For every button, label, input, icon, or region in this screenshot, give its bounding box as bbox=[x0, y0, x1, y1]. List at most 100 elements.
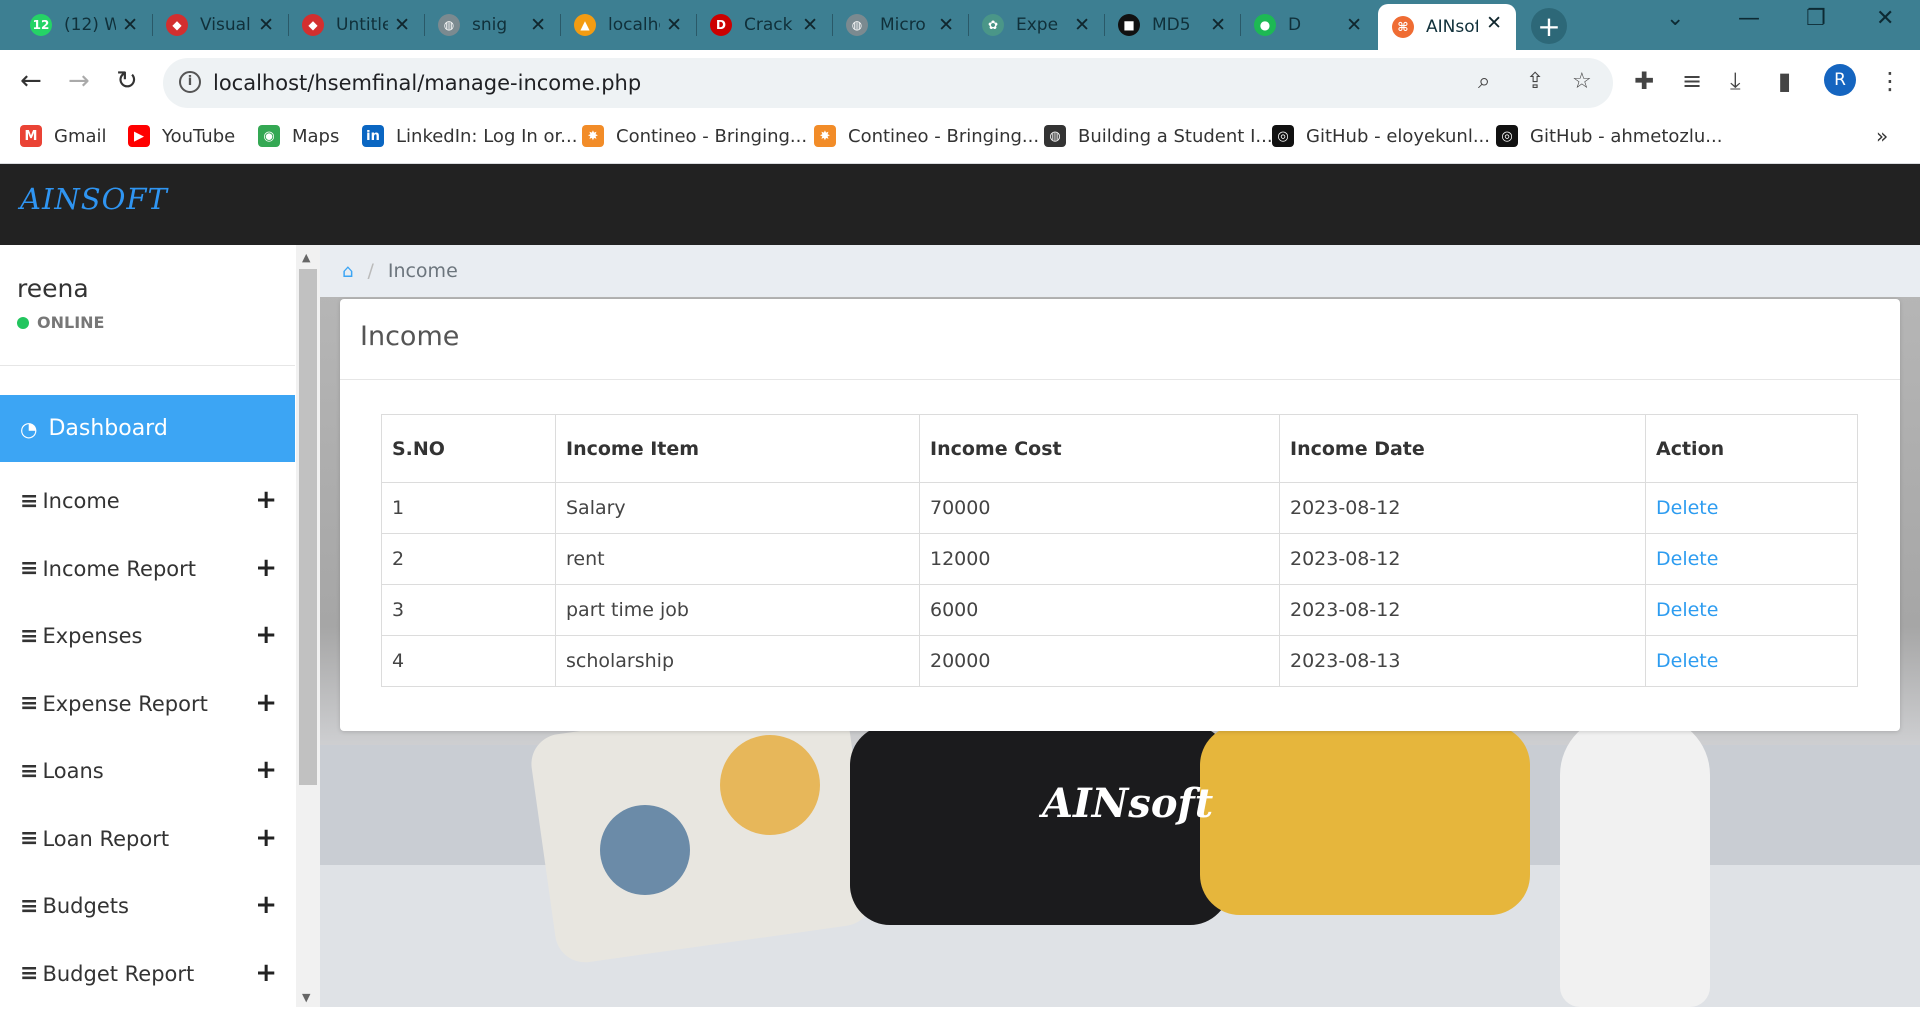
back-button[interactable]: ← bbox=[20, 66, 42, 96]
media-queue-icon[interactable]: ≡ bbox=[1682, 67, 1702, 95]
browser-tab[interactable]: ⌘ AINsoft ✕ bbox=[1378, 4, 1516, 50]
browser-tab[interactable]: ● D ✕ bbox=[1240, 6, 1376, 44]
bookmark-star-icon[interactable]: ☆ bbox=[1572, 69, 1592, 94]
sidebar-item-loan-report[interactable]: ≡ Loan Report + bbox=[0, 811, 295, 867]
bookmark-item[interactable]: ◎ GitHub - ahmetozlu... bbox=[1496, 125, 1722, 147]
expand-plus-icon[interactable]: + bbox=[255, 823, 277, 853]
expand-plus-icon[interactable]: + bbox=[255, 620, 277, 650]
menu-kebab-icon[interactable]: ⋮ bbox=[1878, 67, 1902, 95]
sidebar: reena ONLINE ◔ Dashboard ≡ Income + ≡ Income… bbox=[0, 245, 295, 1007]
side-panel-icon[interactable]: ▮ bbox=[1778, 67, 1791, 95]
bookmark-label: Maps bbox=[292, 125, 340, 147]
expand-plus-icon[interactable]: + bbox=[255, 485, 277, 515]
bookmark-item[interactable]: ▶ YouTube bbox=[128, 125, 235, 147]
tab-close-icon[interactable]: ✕ bbox=[1074, 14, 1090, 36]
tab-close-icon[interactable]: ✕ bbox=[258, 14, 274, 36]
address-bar[interactable]: i localhost/hsemfinal/manage-income.php … bbox=[163, 58, 1613, 108]
profile-avatar[interactable]: R bbox=[1824, 64, 1856, 96]
tab-favicon-icon: ▲ bbox=[574, 14, 596, 36]
sidebar-scrollbar[interactable]: ▲ ▼ bbox=[296, 245, 320, 1007]
restore-button[interactable]: ❐ bbox=[1806, 6, 1826, 31]
sidebar-item-budgets[interactable]: ≡ Budgets + bbox=[0, 878, 295, 934]
tab-search-icon[interactable]: ⌄ bbox=[1666, 6, 1684, 31]
sidebar-item-dashboard[interactable]: ◔ Dashboard bbox=[0, 395, 295, 462]
browser-tab[interactable]: D Crack ✕ bbox=[696, 6, 832, 44]
table-cell: 12000 bbox=[919, 533, 1280, 585]
share-icon[interactable]: ⇪ bbox=[1526, 69, 1544, 94]
brand-logo[interactable]: AINSOFT bbox=[20, 182, 168, 216]
sidebar-item-income-report[interactable]: ≡ Income Report + bbox=[0, 541, 295, 597]
sidebar-item-budget-report[interactable]: ≡ Budget Report + bbox=[0, 946, 295, 1002]
bookmark-item[interactable]: ✸ Contineo - Bringing... bbox=[814, 125, 1039, 147]
bookmark-label: YouTube bbox=[162, 125, 236, 147]
tab-favicon-icon: D bbox=[710, 14, 732, 36]
delete-link[interactable]: Delete bbox=[1645, 533, 1858, 585]
reload-button[interactable]: ↻ bbox=[116, 66, 138, 96]
browser-tab[interactable]: ◆ Visual Paradigm ✕ bbox=[152, 6, 288, 44]
zoom-icon[interactable]: ⌕ bbox=[1478, 69, 1490, 94]
site-info-icon[interactable]: i bbox=[179, 71, 201, 93]
bookmark-favicon-icon: ✸ bbox=[814, 125, 836, 147]
bookmark-item[interactable]: ✸ Contineo - Bringing... bbox=[582, 125, 807, 147]
browser-tab[interactable]: ◍ Micro ✕ bbox=[832, 6, 968, 44]
sidebar-item-income[interactable]: ≡ Income + bbox=[0, 473, 295, 529]
forward-button[interactable]: → bbox=[68, 66, 90, 96]
tab-title: Untitled bbox=[336, 15, 388, 35]
browser-tab[interactable]: ■ MD5 ✕ bbox=[1104, 6, 1240, 44]
sidebar-item-expense-report[interactable]: ≡ Expense Report + bbox=[0, 676, 295, 732]
extensions-icon[interactable]: ✚ bbox=[1634, 67, 1654, 95]
download-icon[interactable]: ⤓ bbox=[1730, 67, 1741, 95]
browser-tab[interactable]: 12 (12) WhatsApp ✕ bbox=[16, 6, 152, 44]
tab-close-icon[interactable]: ✕ bbox=[530, 14, 546, 36]
bookmark-item[interactable]: M Gmail bbox=[20, 125, 107, 147]
tab-close-icon[interactable]: ✕ bbox=[122, 14, 138, 36]
tab-close-icon[interactable]: ✕ bbox=[1210, 14, 1226, 36]
close-window-button[interactable]: ✕ bbox=[1876, 6, 1894, 31]
bookmark-label: LinkedIn: Log In or... bbox=[396, 125, 578, 147]
sidebar-item-loans[interactable]: ≡ Loans + bbox=[0, 743, 295, 799]
expand-plus-icon[interactable]: + bbox=[255, 890, 277, 920]
bookmark-item[interactable]: ◍ Building a Student I... bbox=[1044, 125, 1273, 147]
table-cell: part time job bbox=[555, 584, 920, 636]
expand-plus-icon[interactable]: + bbox=[255, 553, 277, 583]
home-icon[interactable]: ⌂ bbox=[342, 261, 353, 282]
scroll-up-icon[interactable]: ▲ bbox=[302, 251, 310, 264]
browser-tab[interactable]: ◍ snig ✕ bbox=[424, 6, 560, 44]
new-tab-button[interactable]: + bbox=[1531, 8, 1567, 44]
delete-link[interactable]: Delete bbox=[1645, 584, 1858, 636]
menu-icon: ≡ bbox=[20, 826, 39, 851]
browser-tab[interactable]: ◆ Untitled ✕ bbox=[288, 6, 424, 44]
column-header: Income Date bbox=[1279, 414, 1646, 483]
scroll-down-icon[interactable]: ▼ bbox=[302, 991, 310, 1004]
table-cell: 70000 bbox=[919, 482, 1280, 534]
breadcrumb-current: Income bbox=[387, 260, 458, 282]
delete-link[interactable]: Delete bbox=[1645, 635, 1858, 687]
expand-plus-icon[interactable]: + bbox=[255, 688, 277, 718]
tab-favicon-icon: ◍ bbox=[846, 14, 868, 36]
bookmark-item[interactable]: in LinkedIn: Log In or... bbox=[362, 125, 577, 147]
tab-close-icon[interactable]: ✕ bbox=[666, 14, 682, 36]
browser-tab-bar: 12 (12) WhatsApp ✕ ◆ Visual Paradigm ✕ ◆ Untitl… bbox=[0, 0, 1920, 50]
bookmark-item[interactable]: ◉ Maps bbox=[258, 125, 339, 147]
tab-title: Micro bbox=[880, 15, 926, 35]
tab-close-icon[interactable]: ✕ bbox=[938, 14, 954, 36]
scroll-thumb[interactable] bbox=[299, 269, 317, 785]
more-bookmarks-icon[interactable]: » bbox=[1876, 124, 1888, 148]
tab-favicon-icon: ● bbox=[1254, 14, 1276, 36]
income-table: S.NO Income Item Income Cost Income Date… bbox=[381, 414, 1858, 687]
expand-plus-icon[interactable]: + bbox=[255, 755, 277, 785]
browser-tab[interactable]: ▲ localhost ✕ bbox=[560, 6, 696, 44]
delete-link[interactable]: Delete bbox=[1645, 482, 1858, 534]
url-text[interactable]: localhost/hsemfinal/manage-income.php bbox=[213, 71, 641, 95]
tab-close-icon[interactable]: ✕ bbox=[394, 14, 410, 36]
minimize-button[interactable]: — bbox=[1738, 6, 1760, 31]
tab-close-icon[interactable]: ✕ bbox=[1486, 12, 1502, 34]
sidebar-item-expenses[interactable]: ≡ Expenses + bbox=[0, 608, 295, 664]
tab-title: Visual Paradigm bbox=[200, 15, 252, 35]
tab-close-icon[interactable]: ✕ bbox=[802, 14, 818, 36]
sidebar-item-label: Income Report bbox=[42, 556, 196, 581]
bookmark-item[interactable]: ◎ GitHub - eloyekunl... bbox=[1272, 125, 1490, 147]
tab-close-icon[interactable]: ✕ bbox=[1346, 14, 1362, 36]
browser-tab[interactable]: ✿ Expe ✕ bbox=[968, 6, 1104, 44]
expand-plus-icon[interactable]: + bbox=[255, 958, 277, 988]
